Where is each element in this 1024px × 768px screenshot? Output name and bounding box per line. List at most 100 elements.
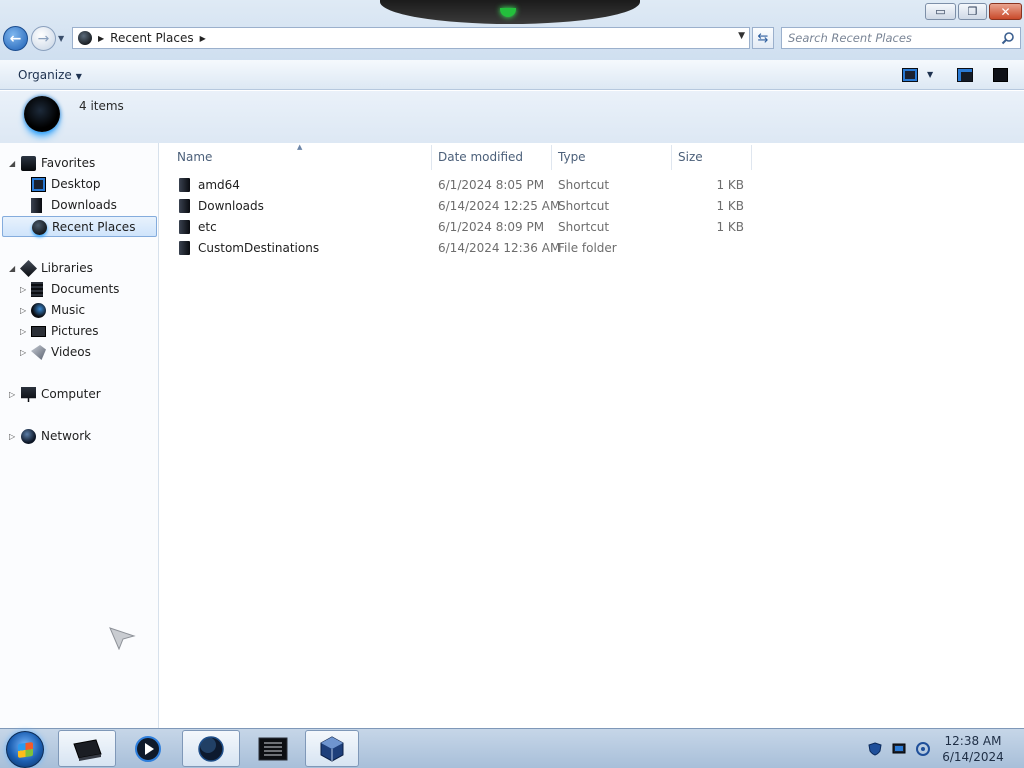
column-header-date-modified[interactable]: Date modified — [438, 150, 523, 164]
nav-libraries[interactable]: ◢ Libraries — [0, 258, 157, 279]
search-icon[interactable] — [1001, 31, 1015, 45]
view-options-dropdown[interactable]: ▼ — [927, 70, 933, 84]
media-player-icon — [135, 735, 161, 762]
breadcrumb-recent-places[interactable]: Recent Places — [110, 31, 193, 45]
expand-arrow-icon[interactable]: ▷ — [9, 432, 15, 441]
breadcrumb-chevron-icon[interactable]: ▶ — [200, 34, 206, 43]
file-list-pane: ▲ Name Date modified Type Size amd64 6/1… — [160, 143, 1024, 728]
taskbar-clock[interactable]: 12:38 AM 6/14/2024 — [940, 733, 1006, 765]
downloads-icon — [31, 198, 42, 213]
file-row[interactable]: etc 6/1/2024 8:09 PM Shortcut 1 KB — [172, 217, 752, 238]
nav-documents-label: Documents — [51, 282, 120, 296]
expand-arrow-icon[interactable]: ▷ — [20, 285, 26, 294]
expand-arrow-icon[interactable]: ▷ — [9, 390, 15, 399]
organize-button[interactable]: Organize ▼ — [18, 68, 82, 82]
folder-icon — [179, 241, 190, 255]
column-header-type[interactable]: Type — [558, 150, 586, 164]
forward-button[interactable]: → — [31, 26, 56, 51]
taskbar — [0, 728, 1024, 768]
volume-icon[interactable] — [916, 742, 930, 756]
column-divider[interactable] — [671, 145, 672, 170]
item-count: 4 items — [79, 99, 124, 113]
expand-arrow-icon[interactable]: ▷ — [20, 306, 26, 315]
nav-libraries-label: Libraries — [41, 261, 93, 275]
close-button[interactable]: ✕ — [989, 3, 1022, 20]
file-row[interactable]: CustomDestinations 6/14/2024 12:36 AM Fi… — [172, 238, 752, 259]
expand-arrow-icon[interactable]: ▷ — [20, 348, 26, 357]
taskbar-virtualbox-button[interactable] — [305, 730, 359, 767]
nav-music-label: Music — [51, 303, 86, 317]
start-button[interactable] — [6, 731, 44, 768]
nav-network[interactable]: ▷ Network — [0, 426, 157, 447]
network-monitor-icon[interactable] — [892, 742, 906, 756]
nav-videos-label: Videos — [51, 345, 91, 359]
shortcut-icon — [179, 220, 190, 234]
ornament-light — [500, 8, 516, 17]
file-row[interactable]: amd64 6/1/2024 8:05 PM Shortcut 1 KB — [172, 175, 752, 196]
videos-icon — [31, 345, 46, 360]
file-name: CustomDestinations — [198, 241, 320, 255]
column-divider[interactable] — [431, 145, 432, 170]
back-button[interactable]: ← — [3, 26, 28, 51]
sort-ascending-icon: ▲ — [297, 143, 303, 151]
recent-places-icon — [78, 31, 92, 45]
clock-date: 6/14/2024 — [942, 750, 1004, 764]
browser-globe-icon — [198, 735, 224, 762]
nav-desktop[interactable]: Desktop — [0, 174, 157, 195]
column-header-name[interactable]: Name — [177, 150, 212, 164]
address-dropdown-icon[interactable]: ▼ — [738, 31, 745, 41]
file-type: Shortcut — [558, 220, 610, 234]
search-input[interactable] — [788, 30, 998, 46]
nav-music[interactable]: ▷ Music — [0, 300, 157, 321]
nav-favorites[interactable]: ◢ Favorites — [0, 153, 157, 174]
file-type: Shortcut — [558, 199, 610, 213]
taskbar-browser-button[interactable] — [182, 730, 240, 767]
close-icon: ✕ — [1000, 4, 1011, 19]
search-box[interactable] — [781, 27, 1021, 49]
libraries-icon — [20, 260, 37, 277]
nav-downloads[interactable]: Downloads — [0, 195, 157, 216]
file-date: 6/14/2024 12:25 AM — [438, 199, 561, 213]
file-date: 6/1/2024 8:09 PM — [438, 220, 545, 234]
change-view-icon[interactable] — [902, 68, 918, 82]
nav-downloads-label: Downloads — [51, 198, 117, 212]
minimize-button[interactable]: ▭ — [925, 3, 956, 20]
nav-recent-places[interactable]: Recent Places — [2, 216, 157, 237]
preview-pane-icon[interactable] — [957, 68, 973, 82]
nav-videos[interactable]: ▷ Videos — [0, 342, 157, 363]
collapse-arrow-icon[interactable]: ◢ — [9, 264, 15, 273]
address-bar[interactable]: ▶ Recent Places ▶ ▼ — [72, 27, 750, 49]
documents-icon — [31, 282, 43, 297]
back-arrow-icon: ← — [9, 30, 22, 47]
refresh-icon: ⇆ — [757, 30, 769, 46]
taskbar-explorer-button[interactable] — [58, 730, 116, 767]
file-date: 6/1/2024 8:05 PM — [438, 178, 545, 192]
maximize-button[interactable]: ❐ — [958, 3, 987, 20]
expand-arrow-icon[interactable]: ▷ — [20, 327, 26, 336]
breadcrumb-chevron-icon[interactable]: ▶ — [98, 34, 104, 43]
organize-label: Organize — [18, 68, 72, 82]
file-row[interactable]: Downloads 6/14/2024 12:25 AM Shortcut 1 … — [172, 196, 752, 217]
taskbar-media-player-button[interactable] — [122, 730, 174, 767]
column-divider[interactable] — [751, 145, 752, 170]
nav-desktop-label: Desktop — [51, 177, 101, 191]
column-divider[interactable] — [551, 145, 552, 170]
collapse-arrow-icon[interactable]: ◢ — [9, 159, 15, 168]
recent-places-icon — [32, 220, 47, 235]
nav-computer[interactable]: ▷ Computer — [0, 384, 157, 405]
security-shield-icon[interactable] — [868, 742, 882, 756]
recent-pages-dropdown[interactable]: ▼ — [58, 34, 68, 44]
refresh-button[interactable]: ⇆ — [752, 27, 774, 49]
minimize-icon: ▭ — [935, 5, 946, 18]
nav-network-label: Network — [41, 429, 92, 443]
favorites-star-icon — [21, 156, 36, 171]
column-header-size[interactable]: Size — [678, 150, 703, 164]
nav-pictures[interactable]: ▷ Pictures — [0, 321, 157, 342]
taskbar-terminal-button[interactable] — [244, 730, 302, 767]
nav-documents[interactable]: ▷ Documents — [0, 279, 157, 300]
nav-computer-label: Computer — [41, 387, 101, 401]
nav-pictures-label: Pictures — [51, 324, 99, 338]
chevron-down-icon: ▼ — [75, 72, 82, 81]
clock-time: 12:38 AM — [944, 734, 1002, 748]
help-icon[interactable] — [993, 68, 1008, 82]
